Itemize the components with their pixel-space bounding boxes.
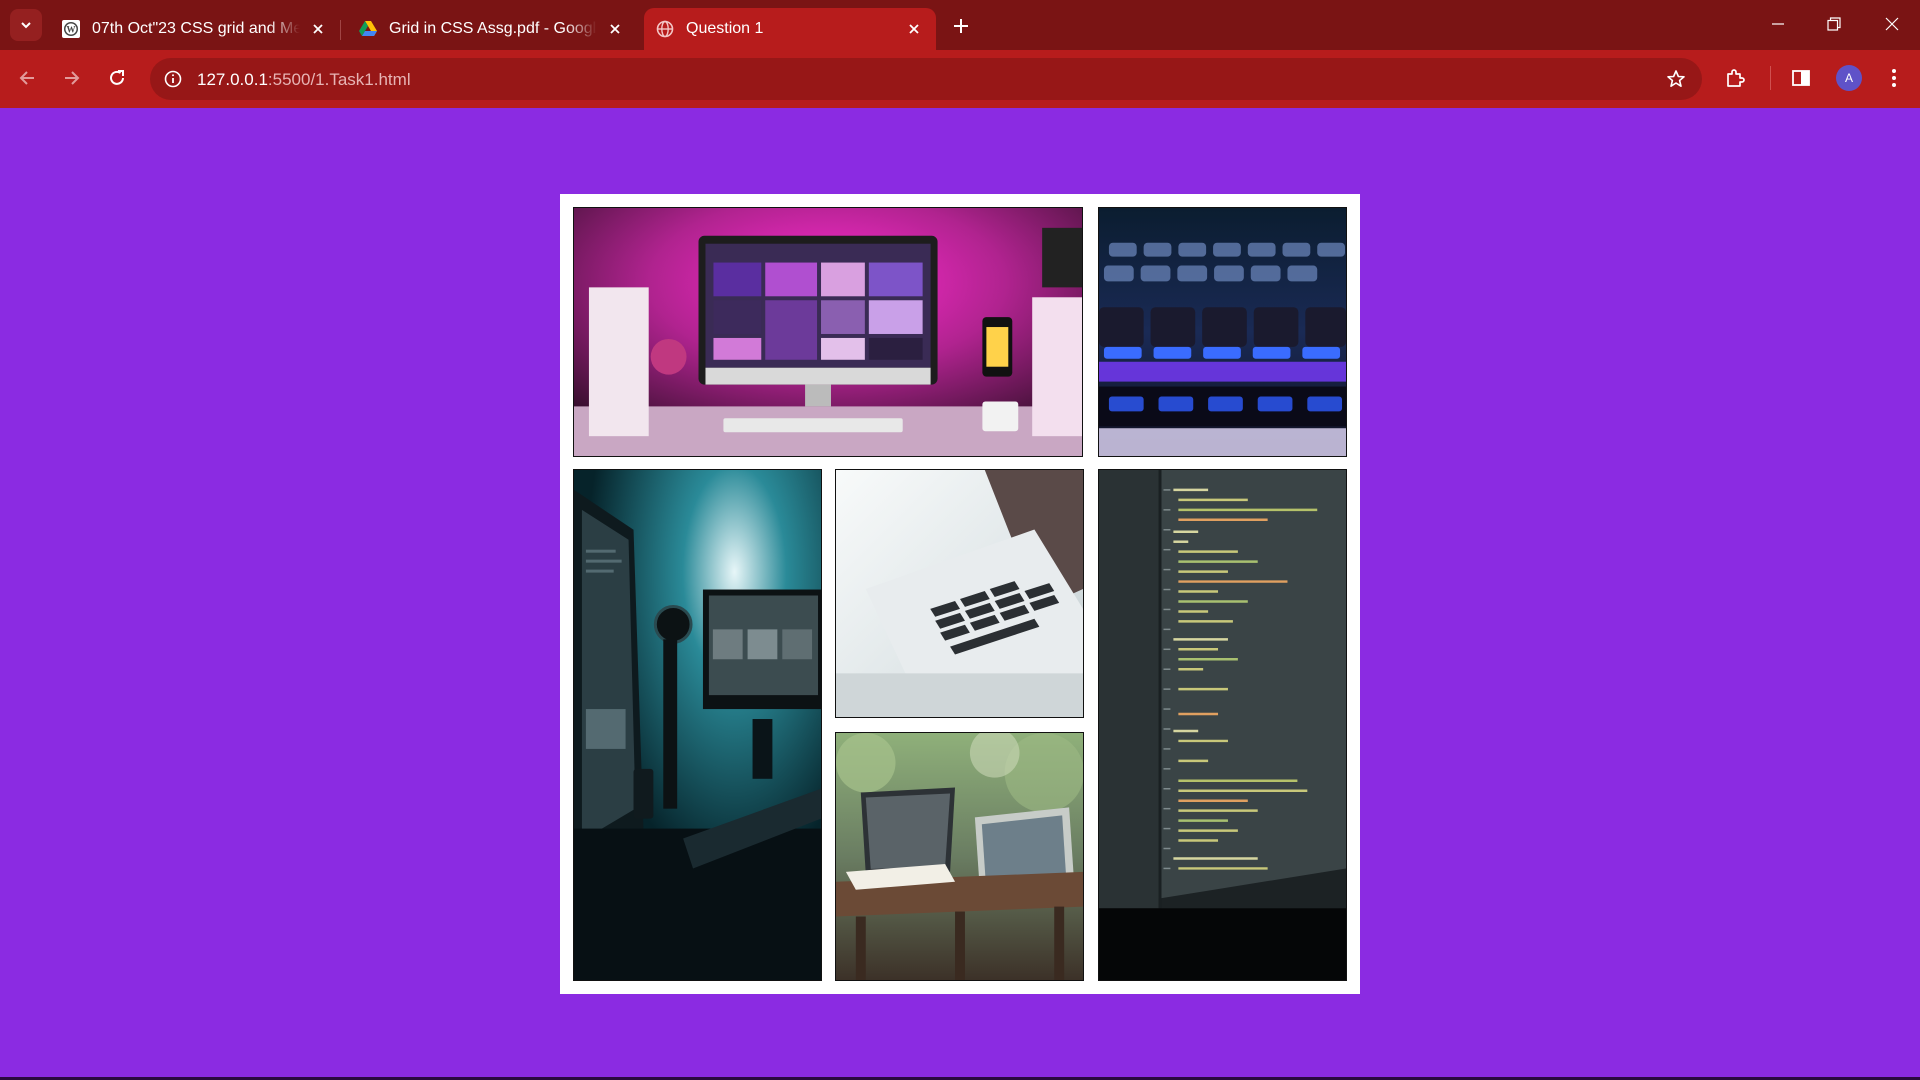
browser-toolbar: 127.0.0.1:5500/1.Task1.html bbox=[0, 50, 1920, 108]
tab-title: Question 1 bbox=[686, 20, 764, 37]
tab-strip: W 07th Oct"23 CSS grid and Media Grid in… bbox=[0, 0, 1920, 50]
arrow-left-icon bbox=[19, 71, 34, 85]
forward-button[interactable] bbox=[55, 61, 89, 95]
close-tab-icon[interactable] bbox=[308, 19, 328, 39]
gallery-grid bbox=[560, 194, 1360, 994]
plus-icon bbox=[954, 19, 968, 33]
address-bar[interactable]: 127.0.0.1:5500/1.Task1.html bbox=[150, 58, 1702, 100]
arrow-right-icon bbox=[65, 71, 80, 85]
close-window-button[interactable] bbox=[1872, 8, 1912, 40]
close-icon bbox=[1885, 17, 1899, 31]
close-tab-icon[interactable] bbox=[605, 19, 625, 39]
gallery-image-backlit-keyboard bbox=[1098, 207, 1347, 457]
gallery-image-laptop-tablet-outdoor bbox=[835, 732, 1084, 981]
toolbar-divider bbox=[1770, 66, 1771, 90]
tab-wordpress[interactable]: W 07th Oct"23 CSS grid and Media bbox=[50, 8, 341, 50]
tab-title: Grid in CSS Assg.pdf - Google Drive bbox=[389, 20, 597, 37]
tab-search-button[interactable] bbox=[10, 9, 42, 41]
back-button[interactable] bbox=[10, 61, 44, 95]
url-path: :5500/1.Task1.html bbox=[267, 70, 411, 89]
url-host: 127.0.0.1 bbox=[197, 70, 268, 89]
chevron-down-icon bbox=[21, 22, 31, 29]
profile-avatar[interactable]: A bbox=[1836, 65, 1862, 91]
reload-button[interactable] bbox=[100, 61, 134, 95]
site-info-icon[interactable] bbox=[160, 66, 186, 92]
extensions-icon[interactable] bbox=[1720, 63, 1750, 93]
gallery-image-imac-desk bbox=[573, 207, 1083, 457]
bookmark-star-icon[interactable] bbox=[1664, 67, 1688, 91]
wordpress-icon: W bbox=[62, 20, 80, 38]
gallery-image-code-editor bbox=[1098, 469, 1347, 981]
tab-google-drive[interactable]: Grid in CSS Assg.pdf - Google Drive bbox=[347, 8, 637, 50]
restore-button[interactable] bbox=[1814, 8, 1854, 40]
gallery-image-dark-desk bbox=[573, 469, 822, 981]
more-menu-icon[interactable] bbox=[1879, 63, 1909, 93]
tab-separator bbox=[340, 20, 341, 40]
reload-icon bbox=[110, 70, 124, 85]
gallery-image-laptop-keyboard bbox=[835, 469, 1084, 718]
globe-icon bbox=[656, 20, 674, 38]
tab-title: 07th Oct"23 CSS grid and Media bbox=[92, 20, 300, 37]
side-panel-icon[interactable] bbox=[1786, 63, 1816, 93]
close-tab-icon[interactable] bbox=[904, 19, 924, 39]
url-text[interactable]: 127.0.0.1:5500/1.Task1.html bbox=[197, 70, 411, 90]
restore-icon bbox=[1827, 17, 1841, 31]
minimize-button[interactable] bbox=[1758, 8, 1798, 40]
google-drive-icon bbox=[359, 20, 377, 38]
tab-question-1[interactable]: Question 1 bbox=[644, 8, 936, 50]
svg-text:W: W bbox=[67, 25, 76, 35]
minimize-icon bbox=[1772, 23, 1784, 25]
new-tab-button[interactable] bbox=[948, 13, 974, 39]
